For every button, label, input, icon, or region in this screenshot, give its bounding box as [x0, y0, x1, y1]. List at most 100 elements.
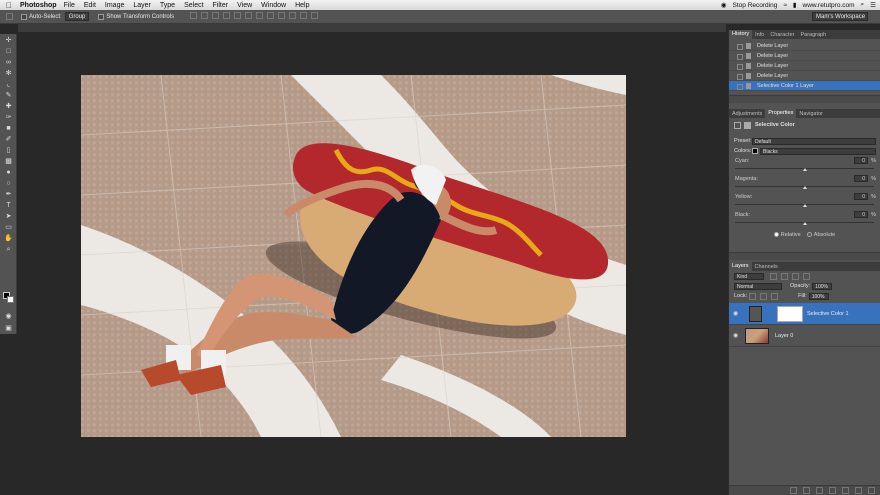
link-layers-icon[interactable]: [790, 487, 797, 494]
mask-icon[interactable]: [744, 121, 751, 129]
magenta-thumb[interactable]: [802, 186, 807, 189]
tab-history[interactable]: History: [729, 30, 753, 39]
distribute-5-icon[interactable]: [300, 12, 308, 19]
tab-paragraph[interactable]: Paragraph: [797, 32, 829, 38]
preset-dropdown[interactable]: Default: [752, 137, 876, 145]
history-brush-tool-icon[interactable]: ✐: [3, 135, 14, 144]
magenta-value[interactable]: 0: [854, 175, 868, 182]
screen-mode-icon[interactable]: ▣: [3, 324, 14, 333]
trash-icon[interactable]: [868, 487, 875, 494]
visibility-eye-icon[interactable]: ◉: [733, 332, 738, 339]
type-tool-icon[interactable]: T: [3, 201, 14, 210]
layer-mask-thumbnail[interactable]: [777, 306, 803, 322]
lock-all-icon[interactable]: [771, 292, 779, 300]
filter-pixel-icon[interactable]: [770, 272, 777, 280]
crop-tool-icon[interactable]: ⌞: [3, 80, 14, 89]
path-select-tool-icon[interactable]: ➤: [3, 212, 14, 221]
tab-adjustments[interactable]: Adjustments: [729, 111, 765, 117]
menu-layer[interactable]: Layer: [133, 2, 151, 9]
cyan-value[interactable]: 0: [854, 157, 868, 164]
lock-pixels-icon[interactable]: [749, 292, 757, 300]
workspace-dropdown[interactable]: Mam's Workspace: [812, 12, 868, 21]
history-item[interactable]: Delete Layer: [729, 71, 880, 81]
app-menu[interactable]: Photoshop: [20, 2, 57, 9]
distribute-4-icon[interactable]: [289, 12, 297, 19]
align-middle-icon[interactable]: [201, 12, 209, 19]
search-icon[interactable]: ⌕: [861, 1, 865, 9]
tab-properties[interactable]: Properties: [765, 109, 797, 118]
layer-row[interactable]: ◉ Layer 0: [729, 325, 880, 347]
distribute-2-icon[interactable]: [267, 12, 275, 19]
fx-icon[interactable]: [803, 487, 810, 494]
yellow-value[interactable]: 0: [854, 193, 868, 200]
brush-tool-icon[interactable]: ✑: [3, 113, 14, 122]
new-layer-icon[interactable]: [855, 487, 862, 494]
eyedropper-tool-icon[interactable]: ✎: [3, 91, 14, 100]
move-tool-icon[interactable]: ✛: [3, 36, 14, 45]
align-left-icon[interactable]: [223, 12, 231, 19]
history-item-selected[interactable]: Selective Color 1 Layer: [729, 81, 880, 91]
new-group-icon[interactable]: [842, 487, 849, 494]
background-color-swatch[interactable]: [7, 296, 14, 303]
menu-select[interactable]: Select: [184, 2, 203, 9]
colors-dropdown[interactable]: Blacks: [760, 147, 876, 155]
black-thumb[interactable]: [802, 222, 807, 225]
stamp-tool-icon[interactable]: ■: [3, 124, 14, 133]
kind-dropdown[interactable]: Kind: [734, 272, 764, 280]
zoom-tool-icon[interactable]: ⌕: [3, 245, 14, 254]
distribute-icon[interactable]: [256, 12, 264, 19]
move-tool-icon[interactable]: [6, 13, 13, 20]
menu-file[interactable]: File: [64, 2, 75, 9]
distribute-6-icon[interactable]: [311, 12, 319, 19]
filter-shape-icon[interactable]: [803, 272, 810, 280]
marquee-tool-icon[interactable]: □: [3, 47, 14, 56]
gradient-tool-icon[interactable]: ▩: [3, 157, 14, 166]
shape-tool-icon[interactable]: ▭: [3, 223, 14, 232]
fill-input[interactable]: 100%: [808, 292, 829, 300]
menu-filter[interactable]: Filter: [213, 2, 229, 9]
menu-edit[interactable]: Edit: [84, 2, 96, 9]
quick-mask-icon[interactable]: ◉: [3, 312, 14, 321]
quick-select-tool-icon[interactable]: ✻: [3, 69, 14, 78]
distribute-3-icon[interactable]: [278, 12, 286, 19]
blend-mode-dropdown[interactable]: Normal: [734, 282, 782, 290]
tab-info[interactable]: Info: [752, 32, 767, 38]
black-value[interactable]: 0: [854, 211, 868, 218]
stop-recording[interactable]: Stop Recording: [733, 2, 778, 9]
yellow-thumb[interactable]: [802, 204, 807, 207]
menu-view[interactable]: View: [237, 2, 252, 9]
lasso-tool-icon[interactable]: ∞: [3, 58, 14, 67]
tab-layers[interactable]: Layers: [729, 262, 752, 271]
filter-type-icon[interactable]: [792, 272, 799, 280]
menu-type[interactable]: Type: [160, 2, 175, 9]
new-adjustment-icon[interactable]: [829, 487, 836, 494]
align-right-icon[interactable]: [245, 12, 253, 19]
record-icon[interactable]: ◉: [721, 1, 727, 9]
pen-tool-icon[interactable]: ✒: [3, 190, 14, 199]
healing-tool-icon[interactable]: ✚: [3, 102, 14, 111]
tab-character[interactable]: Character: [767, 32, 797, 38]
history-item[interactable]: Delete Layer: [729, 51, 880, 61]
menu-image[interactable]: Image: [105, 2, 124, 9]
dodge-tool-icon[interactable]: ○: [3, 179, 14, 188]
visibility-eye-icon[interactable]: ◉: [733, 310, 738, 317]
auto-select-dropdown[interactable]: Group: [64, 12, 90, 21]
history-item[interactable]: Delete Layer: [729, 41, 880, 51]
auto-select-checkbox[interactable]: [21, 13, 27, 20]
battery-icon[interactable]: ▮: [793, 1, 797, 9]
absolute-radio[interactable]: [806, 232, 812, 238]
tab-channels[interactable]: Channels: [752, 264, 781, 270]
list-icon[interactable]: ☰: [870, 1, 876, 9]
relative-radio[interactable]: [773, 232, 779, 238]
cyan-thumb[interactable]: [802, 168, 807, 171]
wifi-icon[interactable]: ≈: [783, 2, 787, 9]
hand-tool-icon[interactable]: ✋: [3, 234, 14, 243]
menu-help[interactable]: Help: [295, 2, 309, 9]
lock-position-icon[interactable]: [760, 292, 768, 300]
eraser-tool-icon[interactable]: ▯: [3, 146, 14, 155]
layer-row[interactable]: ◉ Selective Color 1: [729, 303, 880, 325]
apple-icon[interactable]: : [6, 1, 16, 10]
add-mask-icon[interactable]: [816, 487, 823, 494]
show-transform-checkbox[interactable]: [98, 13, 105, 20]
layer-name[interactable]: Layer 0: [775, 333, 793, 339]
